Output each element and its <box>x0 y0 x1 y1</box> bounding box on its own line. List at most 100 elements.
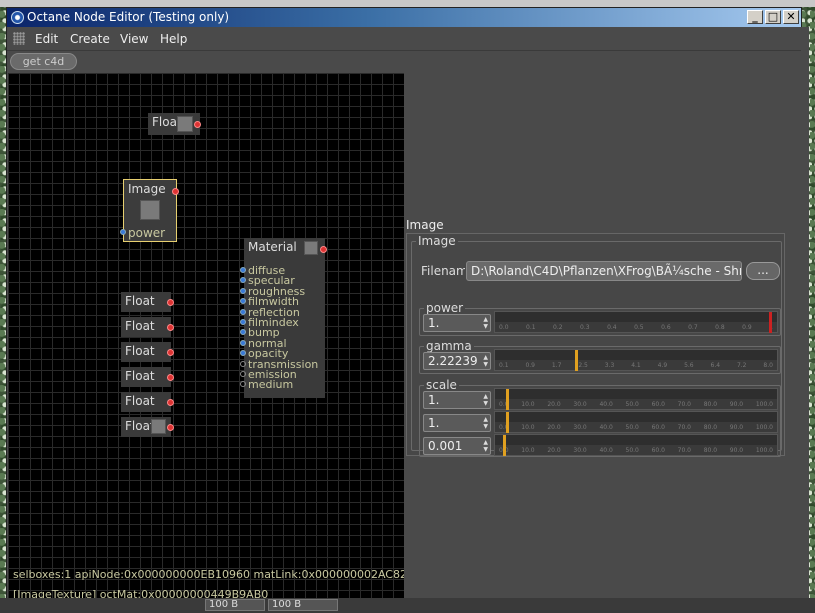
scale-slider-handle[interactable] <box>505 389 509 410</box>
power-slider[interactable]: 0.00.10.20.30.40.50.60.70.80.91 <box>494 311 778 333</box>
float-node[interactable]: Float <box>121 317 174 337</box>
bg-field-b[interactable]: 100 B <box>268 599 338 611</box>
input-pin-reflection[interactable] <box>240 308 246 315</box>
output-pin[interactable] <box>172 188 179 195</box>
power-value-field[interactable]: 1. ▲ ▼ <box>423 314 491 332</box>
input-pin-opacity[interactable] <box>240 350 246 357</box>
image-node[interactable]: Image power <box>120 179 179 242</box>
browse-button[interactable]: ... <box>746 262 780 280</box>
slider-ticks: 0.1 0.9 1.7 2.5 3.3 4.1 4.9 5.6 6.4 7.2 8.0 <box>499 361 773 371</box>
tick-label: 30.0 <box>573 401 587 408</box>
spinner-arrows-icon[interactable]: ▲ ▼ <box>483 439 488 453</box>
scale-slider-handle[interactable] <box>503 435 506 456</box>
gamma-slider-handle[interactable] <box>574 350 578 371</box>
slider-ticks: 0.00.10.20.30.40.50.60.70.80.91 <box>499 323 773 333</box>
tick-label: 70.0 <box>677 424 691 431</box>
output-pin[interactable] <box>194 121 201 128</box>
slider-ticks: 0.010.020.030.040.050.060.070.080.090.01… <box>499 400 773 410</box>
close-button[interactable]: ✕ <box>783 10 799 24</box>
tick-label: 70.0 <box>677 447 691 454</box>
output-pin[interactable] <box>167 374 174 381</box>
float-node[interactable]: Float <box>121 417 174 437</box>
bg-field-a[interactable]: 100 B <box>205 599 265 611</box>
gamma-value-field[interactable]: 2.22239 ▲ ▼ <box>423 352 491 370</box>
tick-label: 0.1 <box>526 324 536 331</box>
minimize-button[interactable]: _ <box>747 10 763 24</box>
power-value: 1. <box>428 316 440 330</box>
node-canvas[interactable]: Float Image power Material diffuse specul… <box>8 73 404 603</box>
window-right-edge <box>801 27 809 604</box>
scale-slider-handle[interactable] <box>505 412 509 433</box>
float-swatch <box>177 116 193 132</box>
output-pin[interactable] <box>167 424 174 431</box>
material-node[interactable]: Material diffuse specular roughness filmwid… <box>240 238 327 398</box>
filename-field[interactable]: D:\Roland\C4D\Pflanzen\XFrog\BÃ¼sche - S… <box>466 261 742 281</box>
gamma-slider[interactable]: 0.1 0.9 1.7 2.5 3.3 4.1 4.9 5.6 6.4 7.2 8.0 <box>494 349 778 371</box>
output-pin[interactable] <box>167 324 174 331</box>
scale-value-field[interactable]: 1. ▲ ▼ <box>423 414 491 432</box>
input-pin-normal[interactable] <box>240 339 246 346</box>
input-pin-transmission[interactable] <box>240 360 246 367</box>
scale-slider[interactable]: 0.010.020.030.040.050.060.070.080.090.01… <box>494 388 778 410</box>
input-pin-roughness[interactable] <box>240 287 246 294</box>
tick-label: 60.0 <box>651 401 665 408</box>
input-pin-filmwidth[interactable] <box>240 298 246 305</box>
output-pin[interactable] <box>167 399 174 406</box>
spinner-arrows-icon[interactable]: ▲ ▼ <box>483 316 488 330</box>
image-group: Image Filename D:\Roland\C4D\Pflanzen\XF… <box>411 234 782 457</box>
output-pin[interactable] <box>167 299 174 306</box>
input-pin-filmindex[interactable] <box>240 319 246 325</box>
group-title: Image <box>416 234 458 248</box>
tick-label: 50.0 <box>625 401 639 408</box>
tick-label: 30.0 <box>573 424 587 431</box>
scale-slider[interactable]: 0.010.020.030.040.050.060.070.080.090.01… <box>494 411 778 433</box>
get-c4d-button[interactable]: get c4d <box>10 53 77 70</box>
tick-label: 4.9 <box>657 362 668 369</box>
float-node[interactable]: Float <box>121 342 174 362</box>
menu-grip-icon <box>13 32 25 45</box>
spinner-arrows-icon[interactable]: ▲ ▼ <box>483 354 488 368</box>
scale-slider[interactable]: 0.010.020.030.040.050.060.070.080.090.01… <box>494 434 778 456</box>
spinner-arrows-icon[interactable]: ▲ ▼ <box>483 393 488 407</box>
tick-label: 100.0 <box>755 401 773 408</box>
scale-value-field[interactable]: 1. ▲ ▼ <box>423 391 491 409</box>
tick-label: 50.0 <box>625 424 639 431</box>
float-node[interactable]: Float <box>121 392 174 412</box>
tick-label: 80.0 <box>703 401 718 408</box>
input-pin-diffuse[interactable] <box>240 267 246 273</box>
float-node[interactable]: Float <box>121 367 174 387</box>
float-node-top[interactable]: Float <box>148 113 201 135</box>
tick-label: 60.0 <box>651 447 665 454</box>
scale-value: 1. <box>428 416 440 430</box>
power-group: power 1. ▲ ▼ 0.0 0.1 0.2 0.3 0.4 0.5 0.6 0.7 0.8 0… <box>419 301 781 336</box>
tick-label: 90.0 <box>729 424 744 431</box>
menu-help[interactable]: Help <box>158 31 189 47</box>
background-taskbar: 100 B 100 B <box>0 598 815 613</box>
tick-label: 8.0 <box>763 362 773 369</box>
input-pin-bump[interactable] <box>240 329 246 336</box>
port-label-medium: medium <box>248 378 294 392</box>
output-pin[interactable] <box>320 246 327 253</box>
tick-label: 2.5 <box>578 362 588 369</box>
input-pin-medium[interactable] <box>240 381 246 388</box>
tick-label: 0.7 <box>688 324 698 331</box>
tick-label: 0.6 <box>661 324 671 331</box>
input-pin-emission[interactable] <box>240 371 246 377</box>
power-slider-handle[interactable] <box>769 312 772 333</box>
input-pin-power[interactable] <box>120 229 126 235</box>
inspector-title: Image <box>406 218 444 232</box>
menu-create[interactable]: Create <box>68 31 112 47</box>
menu-edit[interactable]: Edit <box>33 31 60 47</box>
title-bar[interactable]: Octane Node Editor (Testing only) _ □ ✕ <box>7 8 801 27</box>
tick-label: 1.7 <box>551 362 562 369</box>
tick-label: 80.0 <box>703 424 718 431</box>
scale-value-field[interactable]: 0.001 ▲ ▼ <box>423 437 491 455</box>
float-node[interactable]: Float <box>121 292 174 312</box>
menu-view[interactable]: View <box>118 31 150 47</box>
tick-label: 10.0 <box>521 401 535 408</box>
image-swatch <box>140 200 160 220</box>
input-pin-specular[interactable] <box>240 277 246 284</box>
output-pin[interactable] <box>167 349 174 356</box>
maximize-button[interactable]: □ <box>765 10 781 24</box>
spinner-arrows-icon[interactable]: ▲ ▼ <box>483 416 488 430</box>
